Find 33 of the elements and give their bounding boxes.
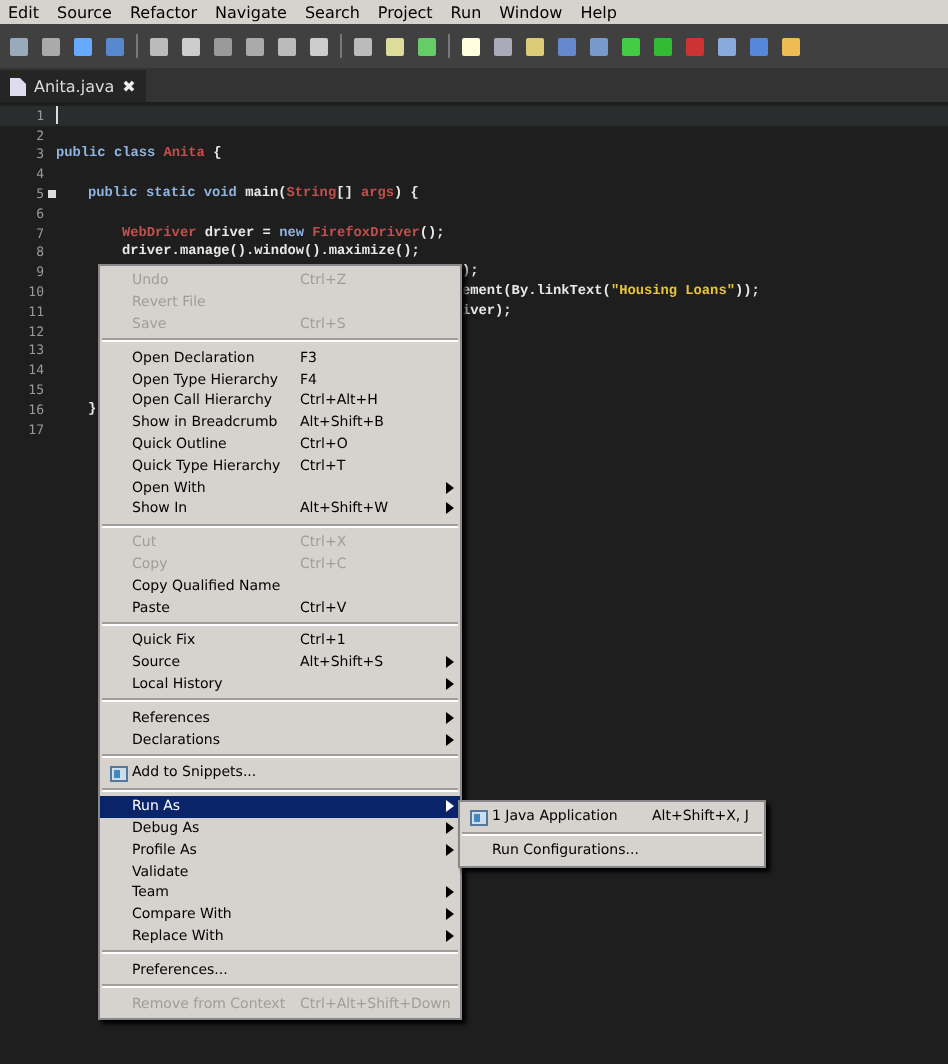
toolbar-icon[interactable] bbox=[244, 35, 266, 57]
menu-bar-item[interactable]: Navigate bbox=[215, 3, 287, 21]
toolbar-icon[interactable] bbox=[652, 35, 674, 57]
toolbar-icon[interactable] bbox=[716, 35, 738, 57]
menu-bar-item[interactable]: Refactor bbox=[129, 3, 198, 21]
toolbar-icon[interactable] bbox=[180, 35, 202, 57]
toolbar-icon[interactable] bbox=[276, 35, 298, 57]
toolbar-icon[interactable] bbox=[40, 35, 62, 57]
menu-bar-item[interactable]: Run bbox=[450, 3, 482, 21]
tab-label: Anita.java bbox=[34, 77, 115, 95]
toolbar-icon[interactable] bbox=[416, 35, 438, 57]
toolbar-icon[interactable] bbox=[72, 35, 94, 57]
menu-bar-item[interactable]: Search bbox=[304, 3, 360, 21]
editor-tab[interactable]: Anita.java ✖ bbox=[0, 70, 146, 102]
toolbar-icon[interactable] bbox=[352, 35, 374, 57]
fold-marker-icon[interactable] bbox=[48, 190, 56, 199]
toolbar-icon[interactable] bbox=[780, 35, 802, 57]
menu-bar-item[interactable]: Source bbox=[57, 3, 112, 21]
toolbar-icon[interactable] bbox=[384, 35, 406, 57]
menu-bar-item[interactable]: Project bbox=[377, 3, 433, 21]
toolbar-icon[interactable] bbox=[148, 35, 170, 57]
toolbar-icon[interactable] bbox=[620, 35, 642, 57]
menu-bar-item[interactable]: Help bbox=[580, 3, 617, 21]
toolbar-icon[interactable] bbox=[8, 35, 30, 57]
close-icon[interactable]: ✖ bbox=[122, 77, 136, 95]
toolbar-icon[interactable] bbox=[492, 35, 514, 57]
toolbar-icon[interactable] bbox=[524, 35, 546, 57]
menu-bar-item[interactable]: Edit bbox=[8, 3, 39, 21]
menu-bar-item[interactable]: Window bbox=[499, 3, 563, 21]
toolbar-icon[interactable] bbox=[460, 35, 482, 57]
file-icon bbox=[10, 77, 26, 95]
text-cursor bbox=[56, 106, 58, 125]
toolbar-icon[interactable] bbox=[308, 35, 330, 57]
